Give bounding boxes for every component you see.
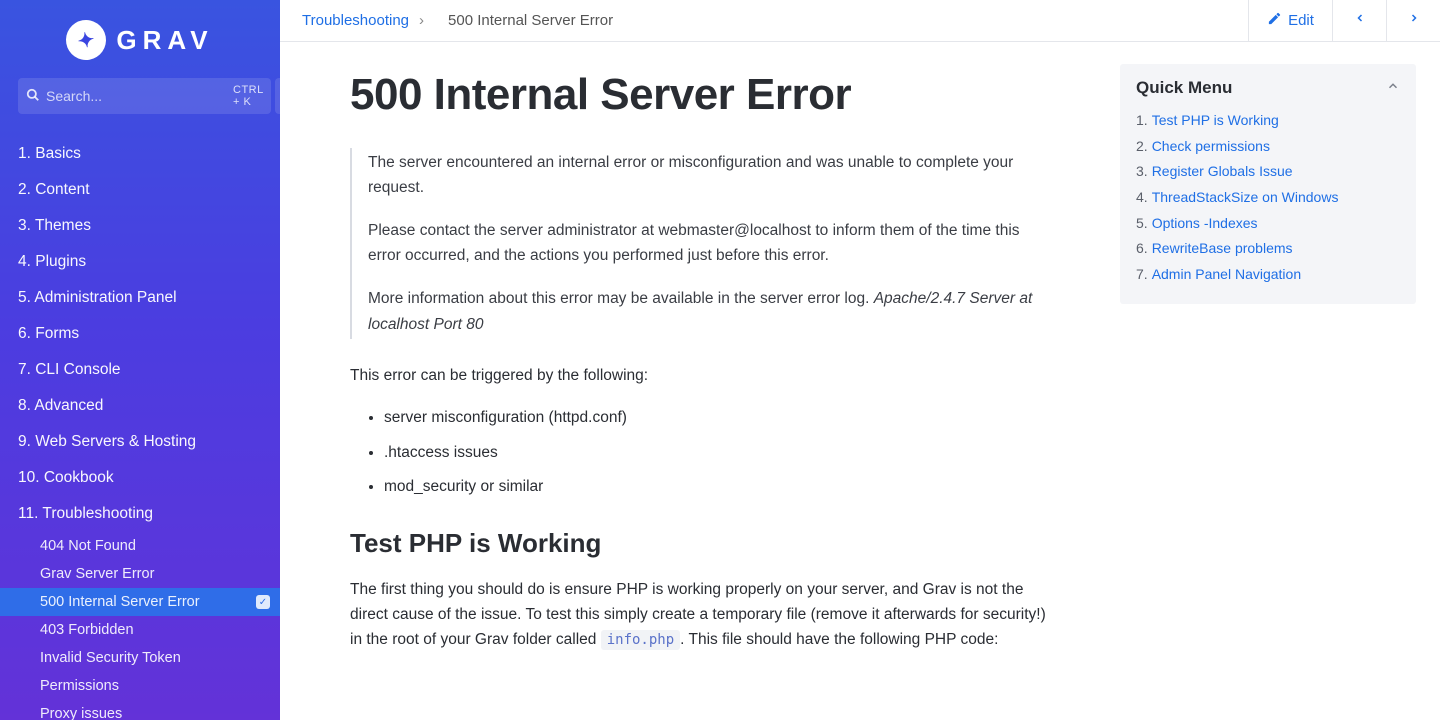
quick-menu-item: Test PHP is Working bbox=[1136, 108, 1400, 134]
search-box[interactable]: CTRL + K bbox=[18, 78, 271, 114]
nav-item[interactable]: 2. Content bbox=[0, 172, 280, 208]
nav-item[interactable]: 8. Advanced bbox=[0, 388, 280, 424]
nav-item[interactable]: 6. Forms bbox=[0, 316, 280, 352]
quick-menu-list: Test PHP is Working Check permissions Regi… bbox=[1136, 108, 1400, 288]
nav-item[interactable]: 5. Administration Panel bbox=[0, 280, 280, 316]
edit-icon bbox=[1267, 11, 1282, 30]
search-input[interactable] bbox=[46, 88, 227, 104]
quick-menu-column: Quick Menu Test PHP is Working Check perm… bbox=[1120, 42, 1440, 720]
page-title: 500 Internal Server Error bbox=[350, 70, 1050, 120]
quick-menu-link[interactable]: Test PHP is Working bbox=[1152, 112, 1279, 128]
quick-menu-item: Options -Indexes bbox=[1136, 211, 1400, 237]
nav-item[interactable]: 7. CLI Console bbox=[0, 352, 280, 388]
topbar: Troubleshooting › 500 Internal Server Er… bbox=[280, 0, 1440, 42]
sidebar: ✦ GRAV CTRL + K v1.6 ▾ 1. Basics2. Conte… bbox=[0, 0, 280, 720]
list-item: server misconfiguration (httpd.conf) bbox=[384, 406, 1050, 431]
nav-item[interactable]: 3. Themes bbox=[0, 208, 280, 244]
quick-menu-link[interactable]: Options -Indexes bbox=[1152, 215, 1258, 231]
quick-menu-link[interactable]: Check permissions bbox=[1152, 138, 1270, 154]
quote-line: Please contact the server administrator … bbox=[368, 218, 1050, 268]
lead-text: This error can be triggered by the follo… bbox=[350, 363, 1050, 388]
nav-item[interactable]: 4. Plugins bbox=[0, 244, 280, 280]
breadcrumb: Troubleshooting › 500 Internal Server Er… bbox=[280, 0, 1248, 41]
quick-menu: Quick Menu Test PHP is Working Check perm… bbox=[1120, 64, 1416, 304]
article: 500 Internal Server Error The server enc… bbox=[280, 42, 1120, 720]
logo-mark-icon: ✦ bbox=[63, 17, 109, 63]
body-paragraph: The first thing you should do is ensure … bbox=[350, 577, 1050, 652]
chevron-right-icon bbox=[1408, 10, 1420, 31]
quick-menu-item: Admin Panel Navigation bbox=[1136, 262, 1400, 288]
list-item: .htaccess issues bbox=[384, 441, 1050, 466]
nav-item[interactable]: 1. Basics bbox=[0, 136, 280, 172]
edit-label: Edit bbox=[1288, 12, 1314, 29]
quick-menu-item: Check permissions bbox=[1136, 134, 1400, 160]
quote-line: The server encountered an internal error… bbox=[368, 150, 1050, 200]
cause-list: server misconfiguration (httpd.conf) .hta… bbox=[350, 406, 1050, 500]
error-quote: The server encountered an internal error… bbox=[350, 148, 1050, 339]
check-icon: ✓ bbox=[256, 595, 270, 609]
nav-sub-item[interactable]: Proxy issues bbox=[0, 700, 280, 720]
breadcrumb-current: 500 Internal Server Error bbox=[448, 12, 613, 29]
nav-sub-item[interactable]: 500 Internal Server Error✓ bbox=[0, 588, 280, 616]
chevron-left-icon bbox=[1354, 10, 1366, 31]
quick-menu-link[interactable]: Admin Panel Navigation bbox=[1152, 266, 1301, 282]
search-shortcut: CTRL + K bbox=[233, 84, 263, 108]
nav-item[interactable]: 11. Troubleshooting bbox=[0, 496, 280, 532]
search-icon bbox=[26, 88, 40, 105]
brand-logo[interactable]: ✦ GRAV bbox=[0, 0, 280, 78]
quick-menu-item: Register Globals Issue bbox=[1136, 159, 1400, 185]
nav-sub-item[interactable]: 404 Not Found bbox=[0, 532, 280, 560]
list-item: mod_security or similar bbox=[384, 475, 1050, 500]
main: Troubleshooting › 500 Internal Server Er… bbox=[280, 0, 1440, 720]
quick-menu-link[interactable]: Register Globals Issue bbox=[1152, 163, 1293, 179]
breadcrumb-parent[interactable]: Troubleshooting bbox=[302, 12, 409, 29]
nav-sub-item[interactable]: Permissions bbox=[0, 672, 280, 700]
prev-button[interactable] bbox=[1332, 0, 1386, 41]
inline-code: info.php bbox=[601, 630, 680, 650]
nav-item[interactable]: 9. Web Servers & Hosting bbox=[0, 424, 280, 460]
quote-line: More information about this error may be… bbox=[368, 286, 1050, 336]
next-button[interactable] bbox=[1386, 0, 1440, 41]
chevron-right-icon: › bbox=[419, 12, 424, 29]
quick-menu-link[interactable]: RewriteBase problems bbox=[1152, 240, 1293, 256]
primary-nav: 1. Basics2. Content3. Themes4. Plugins5.… bbox=[0, 128, 280, 720]
edit-button[interactable]: Edit bbox=[1248, 0, 1332, 41]
nav-sub-item[interactable]: 403 Forbidden bbox=[0, 616, 280, 644]
quick-menu-item: RewriteBase problems bbox=[1136, 236, 1400, 262]
section-heading: Test PHP is Working bbox=[350, 528, 1050, 559]
nav-item[interactable]: 10. Cookbook bbox=[0, 460, 280, 496]
nav-sub-item[interactable]: Grav Server Error bbox=[0, 560, 280, 588]
quick-menu-item: ThreadStackSize on Windows bbox=[1136, 185, 1400, 211]
search-bar: CTRL + K v1.6 ▾ bbox=[0, 78, 280, 128]
collapse-icon[interactable] bbox=[1386, 79, 1400, 97]
quick-menu-title: Quick Menu bbox=[1136, 78, 1232, 98]
brand-name: GRAV bbox=[116, 25, 213, 56]
nav-sub-item[interactable]: Invalid Security Token bbox=[0, 644, 280, 672]
quick-menu-link[interactable]: ThreadStackSize on Windows bbox=[1152, 189, 1339, 205]
